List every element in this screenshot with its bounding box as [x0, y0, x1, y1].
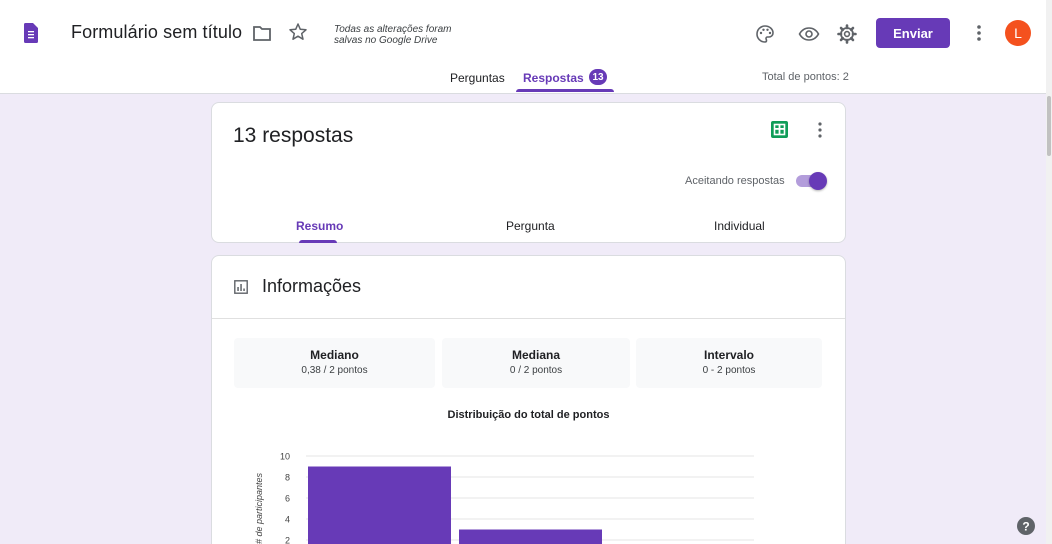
subtab-individual[interactable]: Individual	[714, 219, 765, 233]
subtab-summary[interactable]: Resumo	[296, 219, 343, 233]
insights-title: Informações	[262, 276, 362, 296]
active-tab-indicator	[516, 89, 614, 92]
responses-count-badge: 13	[589, 69, 607, 85]
chart-bar	[459, 529, 602, 544]
star-icon[interactable]	[288, 22, 308, 42]
stat-median: Mediana 0 / 2 pontos	[442, 338, 630, 388]
tab-responses[interactable]: Respostas	[523, 71, 584, 85]
gear-icon[interactable]	[836, 23, 858, 45]
avatar[interactable]: L	[1005, 20, 1031, 46]
send-button[interactable]: Enviar	[876, 18, 950, 48]
page-scrollbar[interactable]	[1046, 0, 1052, 544]
insights-icon	[234, 280, 248, 294]
stat-value: 0 - 2 pontos	[702, 365, 756, 376]
chart-title: Distribuição do total de pontos	[447, 409, 610, 421]
y-tick-label: 6	[285, 494, 290, 504]
chart-bar	[308, 466, 451, 544]
sheets-icon[interactable]	[771, 121, 788, 138]
responses-summary-card: 13 respostas Aceitando respostas Resumo …	[211, 102, 846, 243]
y-tick-label: 10	[280, 452, 290, 462]
total-points: Total de pontos: 2	[762, 71, 849, 83]
svg-text:?: ?	[1022, 520, 1029, 534]
toggle-thumb	[809, 172, 827, 190]
accepting-responses-toggle[interactable]	[796, 171, 828, 191]
stat-label: Intervalo	[703, 348, 754, 362]
divider	[212, 318, 845, 319]
insights-card: Informações Mediano 0,38 / 2 pontos Medi…	[211, 255, 846, 544]
stat-value: 0 / 2 pontos	[509, 365, 563, 376]
tab-questions[interactable]: Perguntas	[450, 71, 505, 85]
y-tick-label: 8	[285, 473, 290, 483]
points-distribution-chart: 2 4 6 8 10 # de participantes	[254, 452, 754, 544]
folder-icon[interactable]	[253, 25, 271, 41]
y-axis-label: # de participantes	[254, 472, 264, 544]
forms-doc-icon[interactable]	[24, 23, 38, 43]
save-status: Todas as alterações foram salvas no Goog…	[334, 24, 452, 46]
active-subtab-indicator	[299, 240, 337, 243]
card-more-icon[interactable]	[815, 121, 825, 139]
y-tick-label: 2	[285, 536, 290, 544]
more-vert-icon[interactable]	[972, 22, 986, 44]
stat-range: Intervalo 0 - 2 pontos	[636, 338, 822, 388]
stat-value: 0,38 / 2 pontos	[301, 365, 368, 376]
stat-label: Mediano	[310, 348, 359, 362]
form-title[interactable]: Formulário sem título	[71, 22, 242, 43]
y-tick-label: 4	[285, 515, 290, 525]
response-count: 13 respostas	[233, 124, 354, 147]
accepting-responses-label: Aceitando respostas	[685, 175, 785, 187]
scrollbar-thumb[interactable]	[1047, 96, 1051, 156]
help-icon[interactable]: ?	[1017, 517, 1035, 535]
palette-icon[interactable]	[755, 24, 775, 44]
eye-icon[interactable]	[798, 24, 820, 44]
subtab-question[interactable]: Pergunta	[506, 219, 555, 233]
stat-mean: Mediano 0,38 / 2 pontos	[234, 338, 435, 388]
app-header: Formulário sem título Todas as alteraçõe…	[0, 0, 1052, 94]
stat-label: Mediana	[511, 348, 560, 362]
